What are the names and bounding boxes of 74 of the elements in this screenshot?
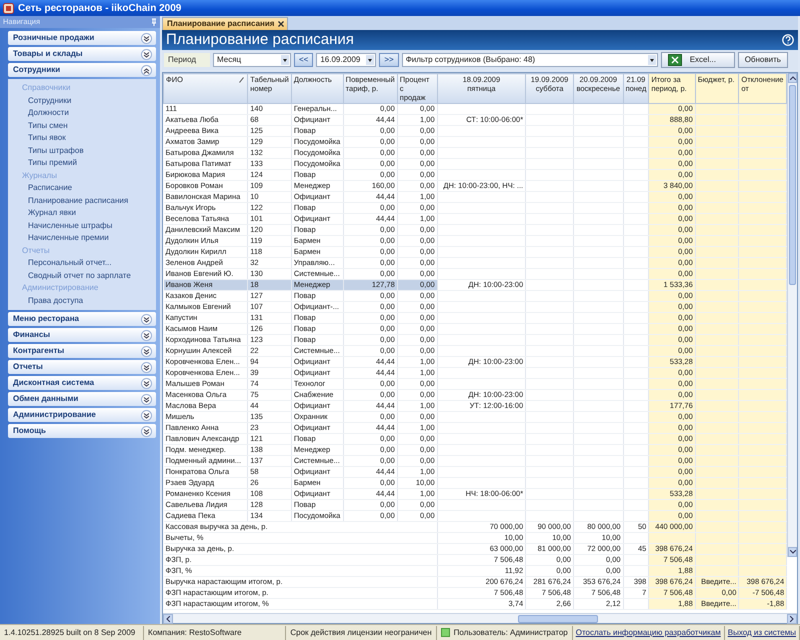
scroll-right-icon[interactable] (790, 616, 794, 622)
expand-icon[interactable] (141, 32, 152, 44)
expand-icon[interactable] (141, 314, 152, 324)
scroll-up-icon[interactable] (790, 76, 796, 80)
caret-icon[interactable] (648, 55, 656, 65)
period-dropdown[interactable]: Месяц (213, 53, 291, 67)
nav-section-header[interactable]: Обмен данными (8, 392, 156, 406)
field-label: Период (164, 53, 210, 67)
close-icon[interactable] (278, 21, 284, 27)
refresh-button[interactable]: Обновить (738, 52, 788, 68)
nav-link[interactable]: Персональный отчет... (28, 257, 112, 270)
nav-link[interactable]: Начисленные премии (28, 232, 109, 244)
nav-section-header[interactable]: Товары и склады (8, 47, 156, 61)
pin-icon[interactable] (151, 18, 157, 26)
page-title: Планирование расписания (166, 30, 354, 50)
nav-link[interactable]: Права доступа (28, 294, 84, 307)
scroll-thumb[interactable] (789, 85, 796, 285)
expand-icon[interactable] (141, 346, 152, 356)
scroll-left-icon[interactable] (166, 616, 170, 622)
nav-link[interactable]: Журнал явки (28, 207, 76, 220)
document-tab[interactable]: Планирование расписания (162, 17, 288, 30)
nav-group-label: Журналы (21, 170, 57, 182)
nav-section-header[interactable]: Дисконтная система (8, 376, 156, 390)
nav-link[interactable]: Типы явок (28, 132, 66, 144)
send-info-link[interactable]: Отослать информацию разработчикам (572, 626, 725, 640)
caret-icon[interactable] (281, 55, 289, 65)
excel-button[interactable]: Excel... (660, 52, 735, 68)
expand-icon[interactable] (141, 378, 152, 388)
window-title: Сеть ресторанов - iikoChain 2009 (18, 2, 182, 16)
nav-link[interactable]: Начисленные штрафы (28, 220, 112, 232)
status-indicator-icon (440, 628, 450, 637)
vertical-scrollbar[interactable] (787, 73, 797, 557)
expand-icon[interactable] (141, 362, 152, 372)
expand-icon[interactable] (141, 394, 152, 404)
nav-section-header[interactable]: Меню ресторана (8, 312, 156, 326)
collapse-icon[interactable] (141, 64, 152, 76)
date-picker[interactable]: 16.09.2009 (316, 53, 376, 67)
nav-section-header[interactable]: Помощь (8, 424, 156, 438)
nav-section-header[interactable]: Финансы (8, 328, 156, 342)
nav-section-header[interactable]: Администрирование (8, 408, 156, 422)
nav-group-label: Отчеты (21, 244, 50, 256)
nav-section-header[interactable]: Контрагенты (8, 344, 156, 358)
nav-section-header[interactable]: Отчеты (8, 360, 156, 374)
spreadsheet-icon (668, 54, 682, 66)
employee-filter-dropdown[interactable]: Фильтр сотрудников (Выбрано: 48) (402, 53, 658, 67)
license-text: Срок действия лицензии неограничен (286, 626, 437, 640)
version-text: 1.4.10251.28925 built on 8 Sep 2009 (0, 626, 144, 640)
nav-section-header[interactable]: Сотрудники (8, 63, 156, 77)
company-text: Компания: RestoSoftware (144, 626, 286, 640)
help-icon[interactable] (782, 34, 794, 46)
scroll-thumb[interactable] (518, 614, 598, 622)
nav-group-label: Справочники (21, 82, 70, 94)
expand-icon[interactable] (141, 426, 152, 436)
nav-section-header[interactable]: Розничные продажи (8, 31, 156, 45)
caret-icon[interactable] (366, 55, 374, 65)
expand-icon[interactable] (141, 410, 152, 420)
app-icon (3, 2, 14, 14)
nav-link[interactable]: Сотрудники (28, 94, 72, 107)
user-text: Пользователь: Администратор (454, 626, 568, 639)
nav-link[interactable]: Планирование расписания (28, 194, 128, 207)
expand-icon[interactable] (141, 330, 152, 340)
nav-link[interactable]: Типы штрафов (28, 144, 84, 157)
nav-link[interactable]: Расписание (28, 182, 72, 194)
nav-link[interactable]: Должности (28, 107, 69, 120)
nav-link[interactable]: Типы смен (28, 120, 68, 132)
nav-group-label: Администрирование (21, 282, 98, 294)
logout-link[interactable]: Выход из системы (724, 626, 800, 640)
next-button[interactable]: >> (379, 53, 399, 67)
nav-link[interactable]: Типы премий (28, 157, 77, 170)
horizontal-scrollbar[interactable] (163, 613, 797, 623)
nav-link[interactable]: Сводный отчет по зарплате (28, 270, 131, 282)
expand-icon[interactable] (141, 48, 152, 60)
scroll-down-icon[interactable] (790, 550, 796, 554)
previous-button[interactable]: << (294, 53, 314, 67)
